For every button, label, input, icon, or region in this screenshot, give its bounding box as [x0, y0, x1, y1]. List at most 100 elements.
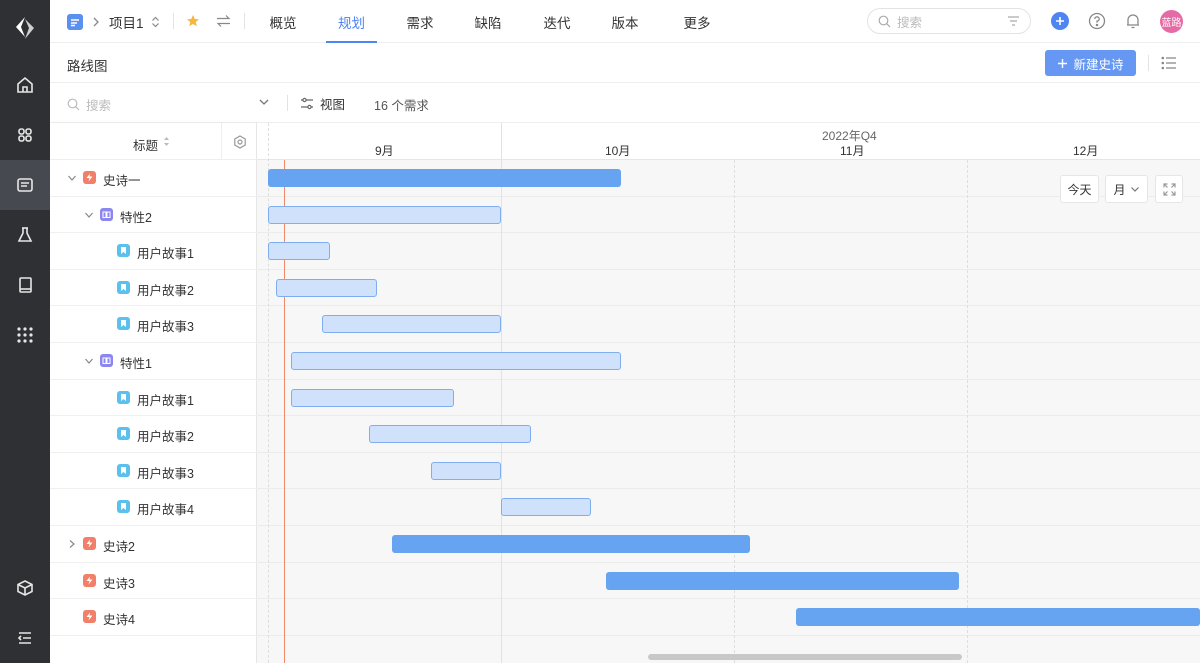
- item-bar[interactable]: [291, 388, 455, 407]
- story-icon: [117, 317, 130, 331]
- rail-more[interactable]: [0, 310, 50, 360]
- item-bar[interactable]: [291, 352, 622, 370]
- tab-label: 版本: [611, 15, 639, 31]
- tree-row[interactable]: 史诗一: [50, 160, 257, 197]
- tree-row-label: 用户故事3: [137, 320, 194, 335]
- tree-row[interactable]: 用户故事1: [50, 233, 257, 270]
- grid-dots-icon: [17, 327, 33, 343]
- bell-icon[interactable]: [1124, 12, 1142, 30]
- item-bar[interactable]: [268, 205, 501, 224]
- epic-bar[interactable]: [392, 535, 750, 553]
- item-bar[interactable]: [322, 315, 501, 334]
- feature-icon: [100, 354, 113, 367]
- epic-bar[interactable]: [268, 169, 622, 187]
- tab-more[interactable]: 更多: [672, 0, 722, 43]
- tab-overview[interactable]: 概览: [258, 0, 308, 43]
- horizontal-scrollbar[interactable]: [648, 654, 962, 660]
- switch-icon[interactable]: [216, 14, 231, 28]
- tab-planning[interactable]: 规划: [326, 0, 377, 43]
- divider: [287, 95, 288, 111]
- tree-row-label: 用户故事2: [137, 430, 194, 445]
- rail-collapse[interactable]: [0, 613, 50, 663]
- view-label: 视图: [320, 98, 346, 112]
- rail-test[interactable]: [0, 210, 50, 260]
- epic-bar[interactable]: [796, 608, 1200, 627]
- new-epic-button[interactable]: 新建史诗: [1045, 50, 1136, 76]
- tree-row[interactable]: 用户故事2: [50, 416, 257, 453]
- flask-icon: [17, 227, 33, 242]
- project-switcher[interactable]: 项目1: [67, 0, 160, 43]
- tree-row[interactable]: 特性2: [50, 197, 257, 234]
- item-bar[interactable]: [368, 425, 532, 444]
- help-icon[interactable]: [1088, 12, 1106, 30]
- tree-row[interactable]: 史诗4: [50, 599, 257, 636]
- rail-home[interactable]: [0, 60, 50, 110]
- tree-row[interactable]: 史诗3: [50, 563, 257, 600]
- tab-versions[interactable]: 版本: [600, 0, 650, 43]
- timeline-row: [257, 270, 1200, 307]
- top-bar: 项目1 概览 规划 需求 缺陷 迭代 版本 更多 搜索 蓝路: [50, 0, 1200, 43]
- project-name: 项目1: [109, 15, 144, 31]
- chevron-right-icon[interactable]: [67, 539, 77, 549]
- tree-header: 标题: [50, 123, 257, 160]
- tree-row-label: 用户故事1: [137, 247, 194, 262]
- add-button[interactable]: [1051, 12, 1069, 30]
- chevron-down-icon[interactable]: [84, 210, 94, 220]
- month-label: 10月: [605, 144, 631, 158]
- tab-defects[interactable]: 缺陷: [463, 0, 513, 43]
- command-icon: [18, 128, 32, 142]
- chevron-down-icon[interactable]: [67, 173, 77, 183]
- item-bar[interactable]: [431, 461, 501, 480]
- star-icon[interactable]: [186, 14, 200, 28]
- tree-row[interactable]: 特性1: [50, 343, 257, 380]
- sort-icon[interactable]: [163, 136, 170, 147]
- filter-icon[interactable]: [1007, 15, 1020, 27]
- chevron-down-icon[interactable]: [84, 356, 94, 366]
- tab-label: 更多: [683, 15, 711, 31]
- rail-cube[interactable]: [0, 563, 50, 613]
- divider: [244, 13, 245, 29]
- tab-label: 概览: [269, 15, 297, 31]
- tree-row-label: 特性2: [120, 210, 152, 225]
- requirement-count: 16 个需求: [374, 99, 429, 113]
- tree-row[interactable]: 用户故事2: [50, 270, 257, 307]
- rail-apps[interactable]: [0, 110, 50, 160]
- global-search-input[interactable]: 搜索: [867, 8, 1031, 34]
- tab-requirements[interactable]: 需求: [395, 0, 445, 43]
- rail-projects[interactable]: [0, 160, 50, 210]
- item-bar[interactable]: [268, 242, 331, 261]
- gantt-timeline: 2022年Q4 9月 10月 11月 12月 今天 月: [257, 123, 1200, 663]
- timeline-row: [257, 453, 1200, 490]
- rail-wiki[interactable]: [0, 260, 50, 310]
- app-logo[interactable]: [11, 14, 39, 42]
- tree-row[interactable]: 用户故事3: [50, 453, 257, 490]
- fullscreen-button[interactable]: [1155, 175, 1183, 203]
- epic-bar[interactable]: [606, 571, 960, 590]
- chevron-down-icon[interactable]: [258, 96, 270, 108]
- item-bar[interactable]: [275, 278, 377, 297]
- today-marker: [283, 160, 285, 663]
- view-button[interactable]: 视图: [300, 94, 345, 113]
- story-icon: [117, 280, 130, 294]
- column-settings[interactable]: [221, 123, 257, 160]
- list-icon[interactable]: [1161, 55, 1177, 71]
- chevron-right-icon: [93, 17, 99, 26]
- book-icon: [19, 277, 32, 293]
- title-column-header[interactable]: 标题: [133, 135, 158, 154]
- tree-row[interactable]: 用户故事1: [50, 380, 257, 417]
- tree-row[interactable]: 用户故事4: [50, 489, 257, 526]
- today-button[interactable]: 今天: [1060, 175, 1099, 203]
- page-title: 路线图: [67, 59, 108, 74]
- item-bar[interactable]: [501, 498, 592, 517]
- tree-row[interactable]: 史诗2: [50, 526, 257, 563]
- tree-row[interactable]: 用户故事3: [50, 306, 257, 343]
- cube-icon: [17, 580, 33, 596]
- tab-iterations[interactable]: 迭代: [532, 0, 582, 43]
- search-icon: [67, 98, 80, 111]
- story-icon: [117, 244, 130, 258]
- filter-search-input[interactable]: 搜索: [67, 95, 111, 114]
- epic-icon: [83, 537, 96, 550]
- tree-row-label: 史诗4: [103, 613, 135, 628]
- scale-select[interactable]: 月: [1105, 175, 1148, 203]
- avatar[interactable]: 蓝路: [1160, 10, 1183, 33]
